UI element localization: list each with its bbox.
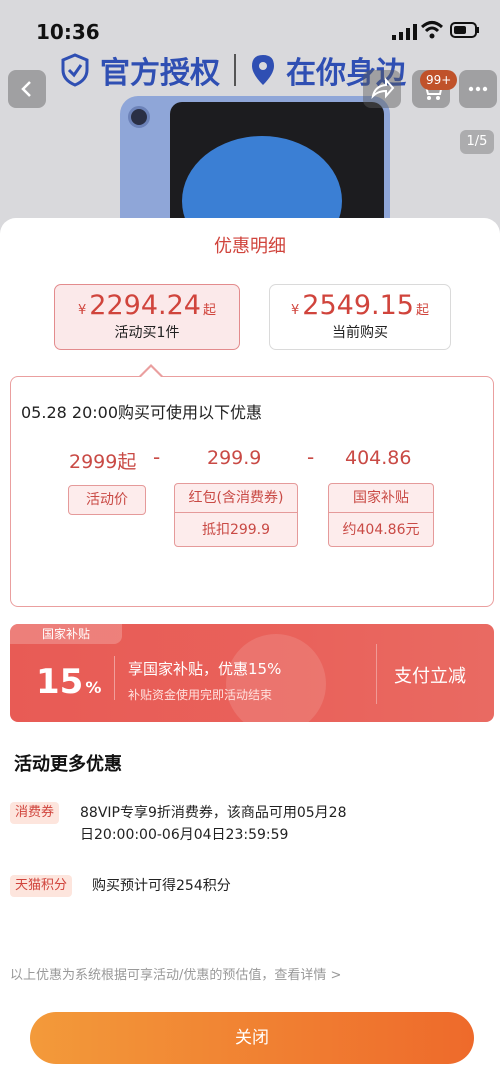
cart-count-badge: 99+ (420, 70, 458, 90)
price-suffix: 起 (415, 303, 429, 318)
tag-label: 红包(含消费券) (188, 490, 284, 506)
banner-divider (234, 54, 236, 86)
activity-price-value: 2999起 (69, 451, 137, 473)
price-value: 2549.15 (302, 290, 414, 321)
price-row: ¥ 2294.24 起 (55, 290, 239, 321)
status-bar: 10:36 (0, 0, 500, 52)
minus-operator: - (307, 445, 315, 469)
coupon-tag: 消费券 (10, 802, 60, 824)
discount-breakdown-box: 05.28 20:00购买可使用以下优惠 2999起 - 299.9 - 404… (10, 376, 494, 607)
more-dots-icon (468, 86, 488, 92)
points-text: 购买预计可得254积分 (92, 878, 231, 894)
shield-icon (61, 53, 89, 87)
share-icon (371, 77, 395, 100)
wifi-icon (420, 21, 444, 39)
red-packet-tag: 红包(含消费券) 抵扣299.9 (174, 483, 298, 547)
currency-symbol: ¥ (291, 303, 300, 318)
red-packet-value: 299.9 (207, 447, 262, 469)
subsidy-divider (114, 656, 115, 700)
image-page-indicator: 1/5 (460, 130, 494, 154)
authorized-banner: 官方授权 在你身边 (60, 48, 406, 92)
subsidy-value: 404.86 (345, 447, 412, 469)
estimate-footnote-link[interactable]: 以上优惠为系统根据可享活动/优惠的预估值，查看详情 > (10, 964, 341, 983)
product-page-background: 10:36 官方授权 在你身边 99+ 1/5 (0, 0, 500, 240)
points-tag: 天猫积分 (10, 875, 73, 897)
breakdown-title: 05.28 20:00购买可使用以下优惠 (21, 403, 263, 422)
subsidy-main-text: 享国家补贴，优惠15% (128, 660, 282, 678)
subsidy-divider-2 (376, 644, 377, 704)
discount-detail-sheet: 优惠明细 ¥ 2294.24 起 活动买1件 ¥ 2549.15 起 当前购买 … (0, 218, 500, 1072)
status-time: 10:36 (36, 20, 100, 44)
pay-discount-button[interactable]: 支付立减 (394, 662, 466, 688)
close-button[interactable]: 关闭 (30, 1012, 474, 1064)
tag-label: 活动价 (86, 492, 128, 508)
coupon-text-line-1: 88VIP专享9折消费券，该商品可用05月28 (80, 805, 347, 821)
back-button[interactable] (8, 70, 46, 108)
minus-operator: - (153, 445, 161, 469)
tag-sub-label: 约404.86元 (329, 512, 433, 546)
signal-icon (392, 24, 417, 40)
price-row: ¥ 2549.15 起 (270, 290, 450, 321)
price-option-label: 当前购买 (332, 325, 388, 341)
subsidy-percent-value: 15 (36, 662, 84, 702)
camera-lens (128, 106, 150, 128)
more-offers-title: 活动更多优惠 (14, 754, 122, 775)
price-suffix: 起 (202, 303, 216, 318)
activity-price-tag: 活动价 (68, 485, 146, 515)
chevron-left-icon (21, 81, 31, 97)
tag-sub-label: 抵扣299.9 (175, 512, 297, 546)
banner-left-text: 官方授权 (100, 56, 220, 91)
price-value: 2294.24 (89, 290, 201, 321)
price-option-label: 活动买1件 (114, 325, 180, 341)
price-option-current[interactable]: ¥ 2549.15 起 当前购买 (269, 284, 451, 350)
tag-label: 国家补贴 (353, 490, 409, 506)
coupon-text-line-2: 日20:00:00-06月04日23:59:59 (80, 827, 289, 843)
selection-pointer-inner (140, 367, 162, 378)
more-button[interactable] (459, 70, 497, 108)
currency-symbol: ¥ (78, 303, 87, 318)
location-pin-icon (252, 55, 274, 85)
price-option-activity[interactable]: ¥ 2294.24 起 活动买1件 (54, 284, 240, 350)
share-button[interactable] (363, 70, 401, 108)
subsidy-tag: 国家补贴 (10, 624, 122, 644)
subsidy-note: 补贴资金使用完即活动结束 (128, 688, 273, 702)
subsidy-percent-unit: % (85, 678, 102, 697)
national-subsidy-tag: 国家补贴 约404.86元 (328, 483, 434, 547)
national-subsidy-banner[interactable]: 国家补贴 15% 享国家补贴，优惠15% 补贴资金使用完即活动结束 支付立减 (10, 624, 494, 722)
sheet-title: 优惠明细 (214, 236, 286, 257)
battery-icon (450, 22, 479, 38)
subsidy-percent: 15% (36, 662, 101, 702)
